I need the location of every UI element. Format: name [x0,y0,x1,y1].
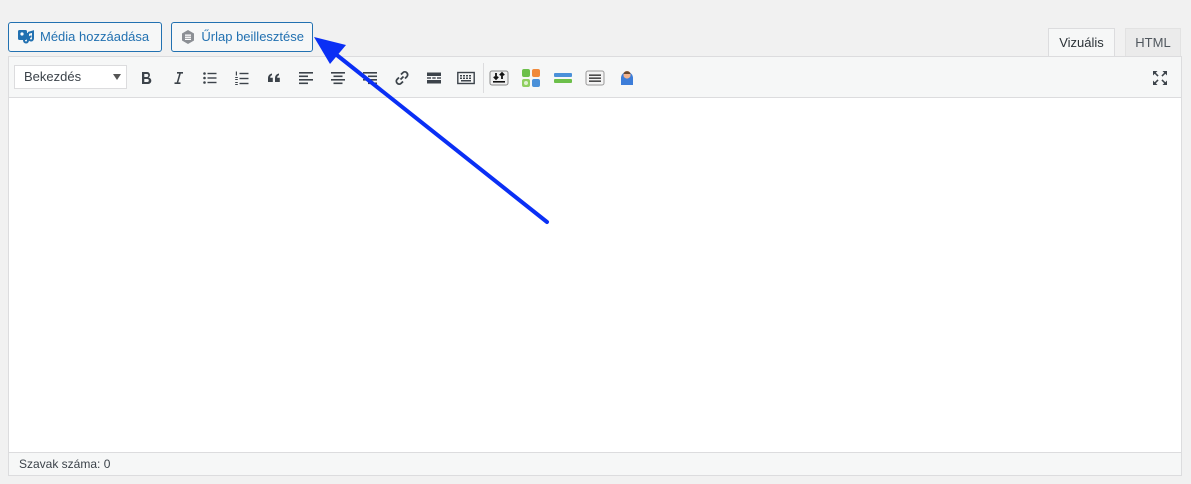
align-right-icon [363,72,377,85]
colored-grid-icon [522,69,540,87]
keyboard-icon [457,71,475,85]
fullscreen-icon [1153,71,1167,85]
link-icon [395,70,409,86]
insert-form-label: Űrlap beillesztése [201,29,304,44]
numbered-list-button[interactable] [231,67,253,89]
media-icon [17,28,35,46]
word-count: Szavak száma: 0 [19,457,111,471]
read-more-icon [427,72,441,84]
fullscreen-button[interactable] [1149,67,1171,89]
align-right-button[interactable] [359,67,381,89]
add-media-label: Média hozzáadása [40,29,150,44]
toolbar-toggle-button[interactable] [455,67,477,89]
bulleted-list-button[interactable] [199,67,221,89]
download-arrows-icon [489,70,509,86]
italic-icon [174,72,183,84]
form-lines-icon [585,70,605,86]
add-media-button[interactable]: Média hozzáadása [8,22,162,52]
align-left-button[interactable] [295,67,317,89]
toolbar-separator [483,63,484,93]
plugin-user-button[interactable] [616,67,638,89]
insert-form-button[interactable]: Űrlap beillesztése [171,22,313,52]
align-left-icon [299,72,313,85]
insert-link-button[interactable] [391,67,413,89]
editor-content-area[interactable] [9,98,1181,452]
tab-visual[interactable]: Vizuális [1048,28,1115,57]
tab-html[interactable]: HTML [1125,28,1181,57]
bulleted-list-icon [203,72,217,84]
plugin-download-button[interactable] [488,67,510,89]
read-more-button[interactable] [423,67,445,89]
blockquote-button[interactable] [263,67,285,89]
form-icon [180,28,196,46]
align-center-icon [331,72,345,85]
plugin-grid-button[interactable] [520,67,542,89]
format-select[interactable]: Bekezdés [14,65,127,89]
italic-button[interactable] [167,67,189,89]
bold-button[interactable] [135,67,157,89]
user-icon [621,71,633,85]
format-select-value: Bekezdés [24,69,82,84]
chevron-down-icon [113,74,121,80]
plugin-form-button[interactable] [584,67,606,89]
layout-bars-icon [554,73,572,83]
plugin-bar-button[interactable] [552,67,574,89]
editor-statusbar: Szavak száma: 0 [9,452,1181,475]
editor: Bekezdés Szavak száma: 0 [8,56,1182,476]
numbered-list-icon [235,71,249,85]
bold-icon [142,72,152,85]
quote-icon [268,73,280,82]
align-center-button[interactable] [327,67,349,89]
editor-toolbar: Bekezdés [9,57,1181,98]
